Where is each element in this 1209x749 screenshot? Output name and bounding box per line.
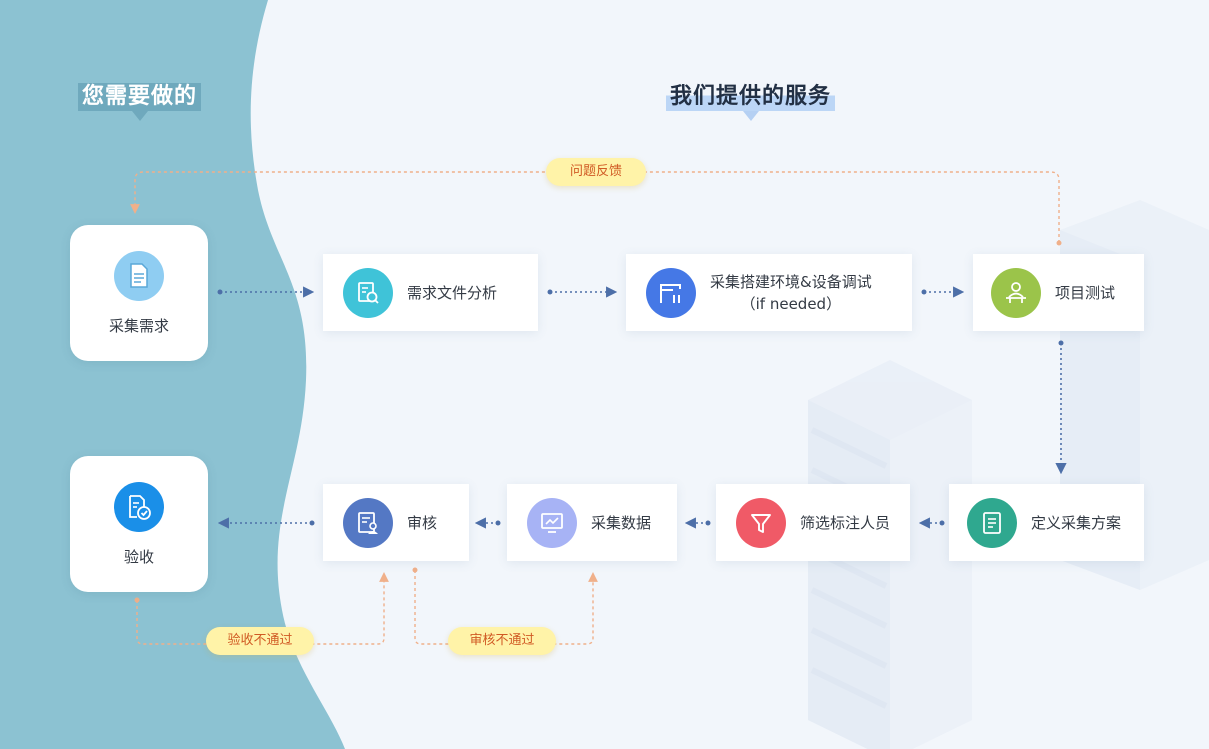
step-define-plan[interactable]: 定义采集方案 (949, 484, 1144, 561)
badge-review-failed: 审核不通过 (448, 627, 556, 655)
step-collect-data-label: 采集数据 (591, 513, 652, 532)
step-acceptance[interactable]: 验收 (70, 456, 208, 592)
step-define-plan-label: 定义采集方案 (1031, 513, 1122, 532)
window-bars-icon (646, 267, 696, 318)
step-requirement-analysis-label: 需求文件分析 (407, 283, 498, 302)
flow-diagram: 您需要做的 我们提供的服务 问题反馈 验收不通过 审核不通过 采集需求 验收 需… (0, 0, 1209, 749)
step-project-test-label: 项目测试 (1055, 283, 1116, 302)
review-user-icon (343, 497, 393, 548)
step-review-label: 审核 (407, 513, 438, 532)
step-screen-annotators[interactable]: 筛选标注人员 (716, 484, 910, 561)
step-env-setup-note: （if needed） (740, 294, 842, 313)
filter-icon (736, 497, 786, 548)
step-env-setup-text: 采集搭建环境&设备调试 （if needed） (710, 271, 872, 315)
document-search-icon (343, 267, 393, 318)
step-requirement-analysis[interactable]: 需求文件分析 (323, 254, 538, 331)
monitor-chart-icon (527, 497, 577, 548)
step-collect-requirements[interactable]: 采集需求 (70, 225, 208, 361)
step-env-setup-label: 采集搭建环境&设备调试 (710, 272, 872, 291)
tester-desk-icon (991, 267, 1041, 318)
badge-issue-feedback: 问题反馈 (546, 158, 646, 186)
step-screen-annotators-label: 筛选标注人员 (800, 513, 891, 532)
badge-acceptance-failed: 验收不通过 (206, 627, 314, 655)
step-env-setup[interactable]: 采集搭建环境&设备调试 （if needed） (626, 254, 912, 331)
step-review[interactable]: 审核 (323, 484, 469, 561)
approved-document-icon (114, 481, 164, 532)
step-acceptance-label: 验收 (123, 547, 154, 566)
step-collect-data[interactable]: 采集数据 (507, 484, 677, 561)
document-icon (114, 250, 164, 301)
step-collect-requirements-label: 采集需求 (108, 316, 169, 335)
step-project-test[interactable]: 项目测试 (973, 254, 1144, 331)
connectors (130, 171, 1067, 645)
notebook-icon (967, 497, 1017, 548)
